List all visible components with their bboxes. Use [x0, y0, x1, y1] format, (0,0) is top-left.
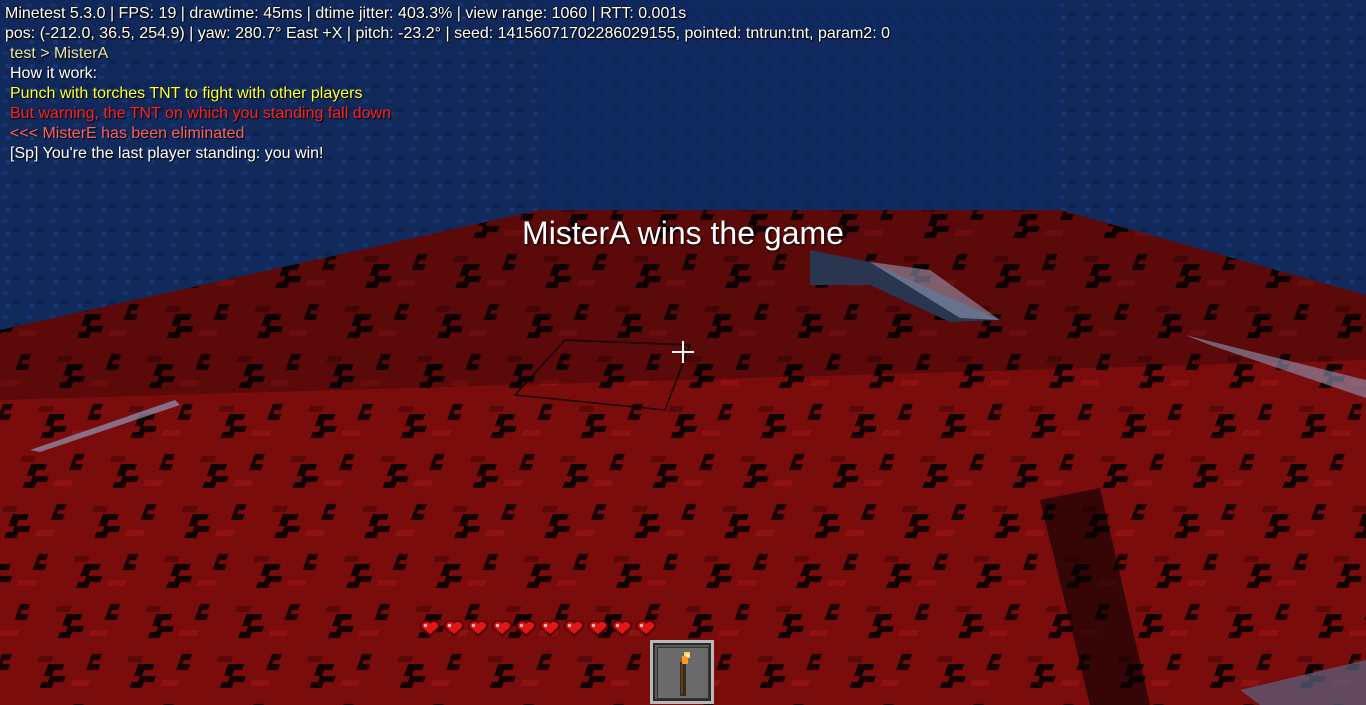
heart-icon — [466, 617, 490, 639]
health-bar — [418, 617, 658, 639]
heart-icon — [418, 617, 442, 639]
torch-icon — [680, 652, 690, 696]
game-over-title: MisterA wins the game — [522, 215, 844, 251]
heart-icon — [634, 617, 658, 639]
chat-message: How it work: — [10, 65, 98, 82]
chat-message: test > MisterA — [10, 45, 109, 62]
debug-info-line-2: pos: (-212.0, 36.5, 254.9) | yaw: 280.7°… — [5, 25, 890, 42]
heart-icon — [562, 617, 586, 639]
heart-icon — [538, 617, 562, 639]
hotbar-item-frame — [657, 647, 709, 699]
chat-message: But warning, the TNT on which you standi… — [10, 105, 391, 122]
heart-icon — [586, 617, 610, 639]
heart-icon — [514, 617, 538, 639]
crosshair-icon — [672, 341, 694, 363]
hotbar-slot[interactable] — [650, 640, 714, 704]
chat-message: Punch with torches TNT to fight with oth… — [10, 85, 363, 102]
chat-message: [Sp] You're the last player standing: yo… — [10, 145, 324, 162]
heart-icon — [610, 617, 634, 639]
debug-info-line-1: Minetest 5.3.0 | FPS: 19 | drawtime: 45m… — [5, 5, 687, 22]
heart-icon — [442, 617, 466, 639]
chat-message: <<< MisterE has been eliminated — [10, 125, 245, 142]
heart-icon — [490, 617, 514, 639]
